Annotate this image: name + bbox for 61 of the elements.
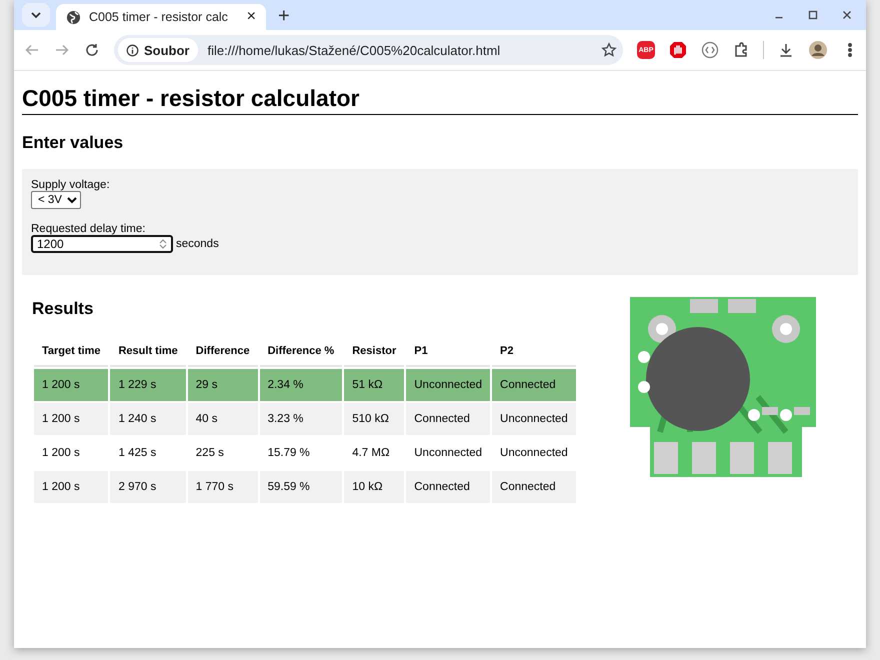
table-cell: 1 200 s [34,403,108,435]
unit-label: seconds [176,238,219,250]
table-cell: Unconnected [406,369,490,401]
star-icon[interactable] [601,42,617,58]
delay-input[interactable]: 1200 [31,235,173,253]
puzzle-icon[interactable] [733,42,749,58]
column-header: P1 [406,337,490,367]
code-icon[interactable] [701,41,719,59]
column-header: Difference % [260,337,342,367]
table-cell: Connected [492,471,576,503]
info-icon [126,44,139,56]
table-cell: Connected [406,403,490,435]
table-cell-text: Unconnected [499,446,569,461]
close-tab-button[interactable]: × [246,9,256,25]
table-cell: Connected [492,369,576,401]
field-label: Supply voltage: [31,179,111,191]
browser-tab[interactable]: C005 timer - resistor calc × [56,4,266,30]
column-header: Target time [34,337,108,367]
column-header: Result time [110,337,186,367]
table-cell: 1 240 s [110,403,186,435]
table-cell-text: Unconnected [413,446,484,461]
table-cell: Unconnected [492,403,576,435]
table-cell: 40 s [188,403,258,435]
field-label: Requested delay time: [31,223,146,235]
tab-list-button[interactable] [22,3,50,27]
maximize-icon[interactable] [806,8,820,22]
table-cell: 2 970 s [110,471,186,503]
new-tab-button[interactable]: + [278,6,290,26]
url-text: file:///home/lukas/Stažené/C005%20calculator.html [208,42,502,58]
reload-icon[interactable] [84,42,100,58]
table-cell-text: 1 425 s [117,446,158,461]
column-header: Difference [188,337,258,367]
table-cell: 3.23 % [260,403,342,435]
table-cell: 1 200 s [34,369,108,401]
table-cell-text: 225 s [194,446,225,461]
chevron-icon [31,11,41,19]
table-cell: 2.34 % [260,369,342,401]
table-cell: 510 kΩ [344,403,404,435]
section-heading: Results [32,299,94,318]
table-cell-text: 4.7 MΩ [351,446,391,461]
address-bar[interactable]: Soubor file:///home/lukas/Stažené/C005%20calculator.html [114,35,623,65]
avatar-icon[interactable] [808,40,828,60]
table-cell: 1 200 s [34,471,108,503]
table-cell: 1 229 s [110,369,186,401]
download-icon[interactable] [778,42,794,58]
table-cell: 51 kΩ [344,369,404,401]
spinner-icon[interactable] [159,238,167,250]
table-cell-text: 15.79 % [266,446,311,461]
table-cell: 59.59 % [260,471,342,503]
table-cell: 1 770 s [188,471,258,503]
site-info-chip[interactable]: Soubor [118,38,198,62]
table-cell-text: 1 200 s [41,446,81,461]
page-title: C005 timer - resistor calculator [22,85,360,112]
hand-icon[interactable] [669,41,687,59]
voltage-select[interactable]: < 3V [31,191,81,209]
column-header: Resistor [344,337,404,367]
column-header: P2 [492,337,576,367]
table-cell: 29 s [188,369,258,401]
section-heading: Enter values [22,133,124,153]
table-cell: 10 kΩ [344,471,404,503]
table-cell: Connected [406,471,490,503]
